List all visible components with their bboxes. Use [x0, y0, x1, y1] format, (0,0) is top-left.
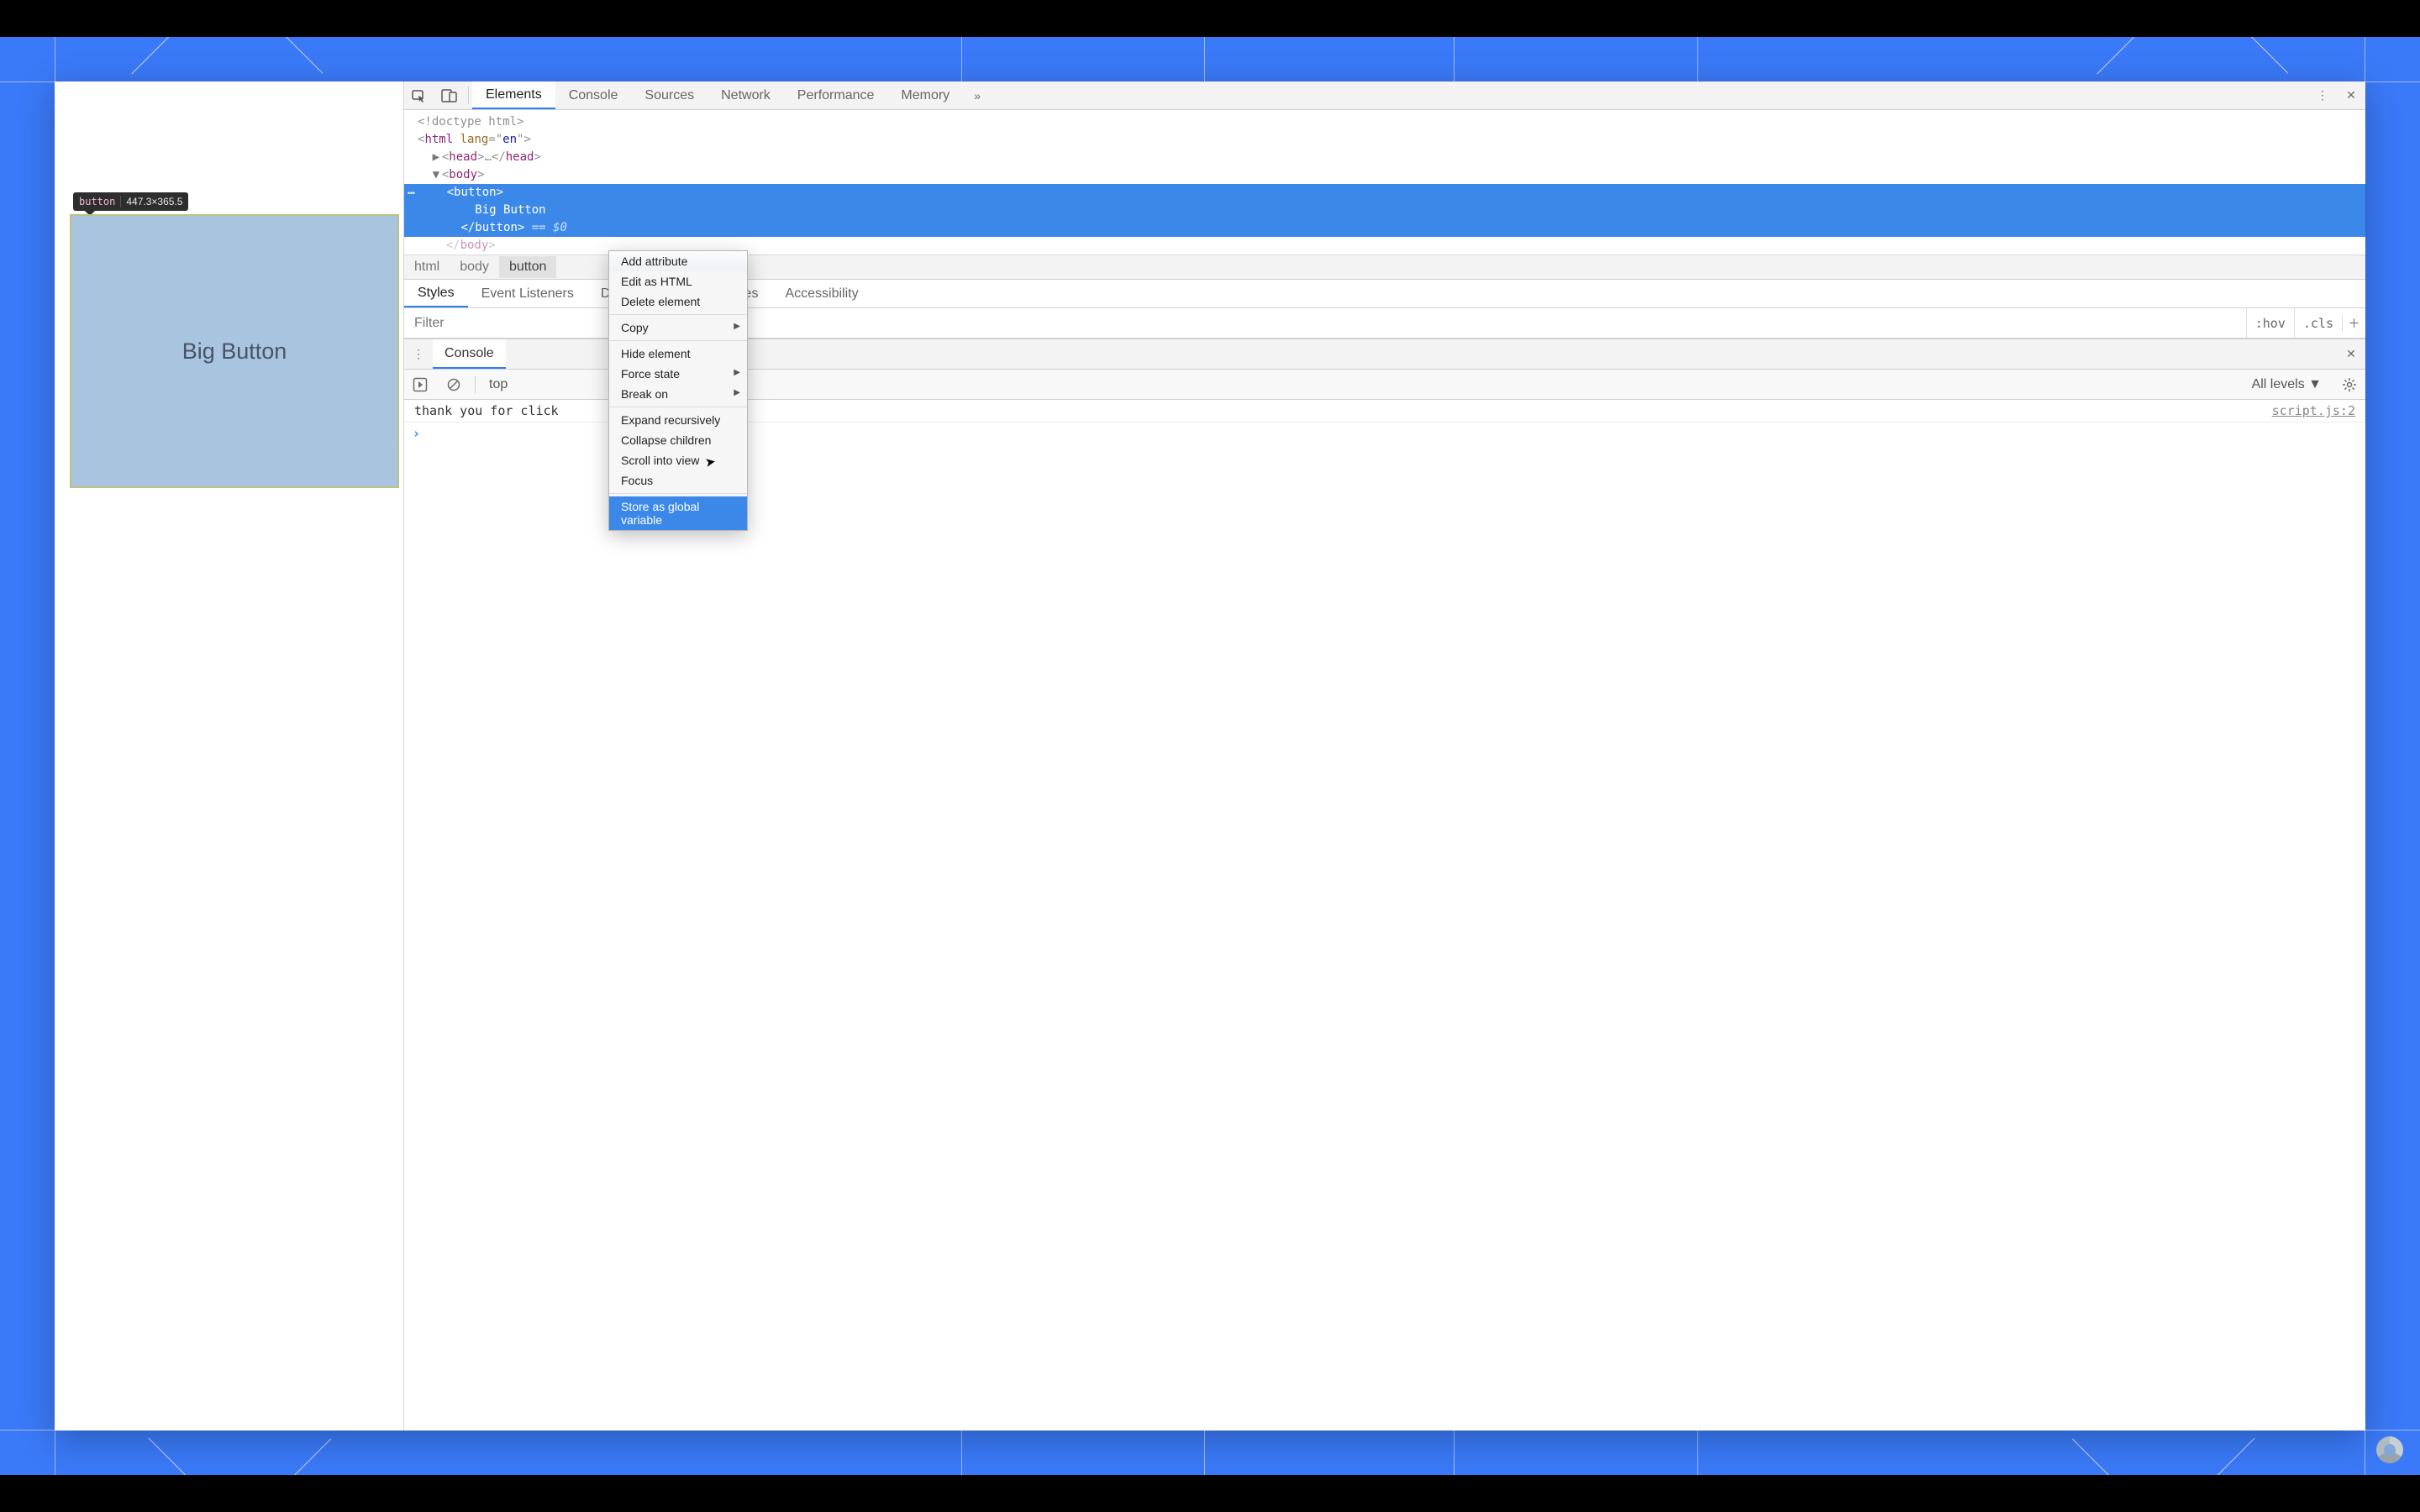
ctx-item-edit-as-html[interactable]: Edit as HTML: [609, 271, 747, 291]
dom-button-text: Big Button: [475, 203, 545, 217]
console-execute-icon[interactable]: [408, 377, 433, 392]
ctx-item-hide-element[interactable]: Hide element: [609, 344, 747, 364]
ctx-item-delete-element[interactable]: Delete element: [609, 291, 747, 312]
hov-toggle[interactable]: :hov: [2246, 308, 2294, 338]
tab-memory[interactable]: Memory: [887, 81, 963, 109]
console-levels[interactable]: All levels ▼: [2245, 377, 2328, 392]
console-context[interactable]: top: [484, 377, 513, 392]
ctx-item-copy[interactable]: Copy: [609, 318, 747, 338]
chrome-logo-icon: [2376, 1436, 2403, 1463]
devtools-menu-icon[interactable]: ⋮: [2308, 81, 2337, 109]
ctx-item-break-on[interactable]: Break on: [609, 384, 747, 404]
ctx-item-add-attribute[interactable]: Add attribute: [609, 251, 747, 271]
dom-selected-node[interactable]: <button>: [404, 184, 2365, 202]
cls-toggle[interactable]: .cls: [2294, 308, 2342, 338]
tab-performance[interactable]: Performance: [784, 81, 888, 109]
dom-tree[interactable]: <!doctype html> <html lang="en"> ▶<head>…: [404, 110, 2365, 255]
tab-console[interactable]: Console: [555, 81, 632, 109]
console-clear-icon[interactable]: [441, 377, 466, 392]
ctx-item-collapse-children[interactable]: Collapse children: [609, 430, 747, 450]
subtab-event-listeners[interactable]: Event Listeners: [468, 280, 587, 307]
new-style-rule-icon[interactable]: ＋: [2342, 315, 2365, 332]
ctx-item-focus[interactable]: Focus: [609, 470, 747, 491]
ctx-item-force-state[interactable]: Force state: [609, 364, 747, 384]
drawer-tab-console[interactable]: Console: [433, 339, 506, 369]
selected-node-indicator: ⋯: [408, 185, 414, 202]
tooltip-tag: button: [79, 196, 115, 207]
subtab-styles[interactable]: Styles: [404, 280, 468, 307]
breadcrumb-body[interactable]: body: [450, 256, 499, 278]
browser-devtools-window: button 447.3×365.5 Big Button Elements Co…: [55, 81, 2365, 1431]
dom-doctype: <!doctype html>: [418, 115, 523, 129]
ctx-item-scroll-into-view[interactable]: Scroll into view: [609, 450, 747, 470]
devtools-close-icon[interactable]: ✕: [2337, 81, 2365, 109]
ctx-item-store-as-global-variable[interactable]: Store as global variable: [609, 496, 747, 530]
inspect-mode-icon[interactable]: [404, 81, 434, 109]
console-output[interactable]: thank you for click script.js:2 ›: [404, 400, 2365, 1431]
device-toolbar-icon[interactable]: [434, 81, 465, 109]
subtab-accessibility[interactable]: Accessibility: [771, 280, 871, 307]
big-button[interactable]: Big Button: [70, 214, 399, 488]
dom-dollar-zero: == $0: [532, 221, 567, 234]
tab-sources[interactable]: Sources: [631, 81, 708, 109]
inspected-page: button 447.3×365.5 Big Button: [55, 81, 403, 1431]
drawer-close-icon[interactable]: ✕: [2337, 347, 2365, 361]
context-menu[interactable]: Add attributeEdit as HTMLDelete element C…: [608, 250, 748, 531]
tabs-overflow-icon[interactable]: »: [963, 81, 992, 109]
ctx-item-expand-recursively[interactable]: Expand recursively: [609, 410, 747, 430]
console-source-link[interactable]: script.js:2: [2272, 403, 2355, 418]
breadcrumb-html[interactable]: html: [404, 256, 450, 278]
breadcrumb-button[interactable]: button: [499, 256, 556, 278]
tab-network[interactable]: Network: [708, 81, 784, 109]
drawer-menu-icon[interactable]: ⋮: [404, 347, 433, 361]
big-button-label: Big Button: [182, 339, 287, 365]
console-settings-icon[interactable]: [2337, 377, 2362, 392]
inspect-tooltip: button 447.3×365.5: [73, 192, 188, 211]
devtools-tabs: Elements Console Sources Network Perform…: [404, 81, 2365, 110]
tab-elements[interactable]: Elements: [472, 81, 555, 109]
tooltip-dimensions: 447.3×365.5: [120, 196, 182, 207]
